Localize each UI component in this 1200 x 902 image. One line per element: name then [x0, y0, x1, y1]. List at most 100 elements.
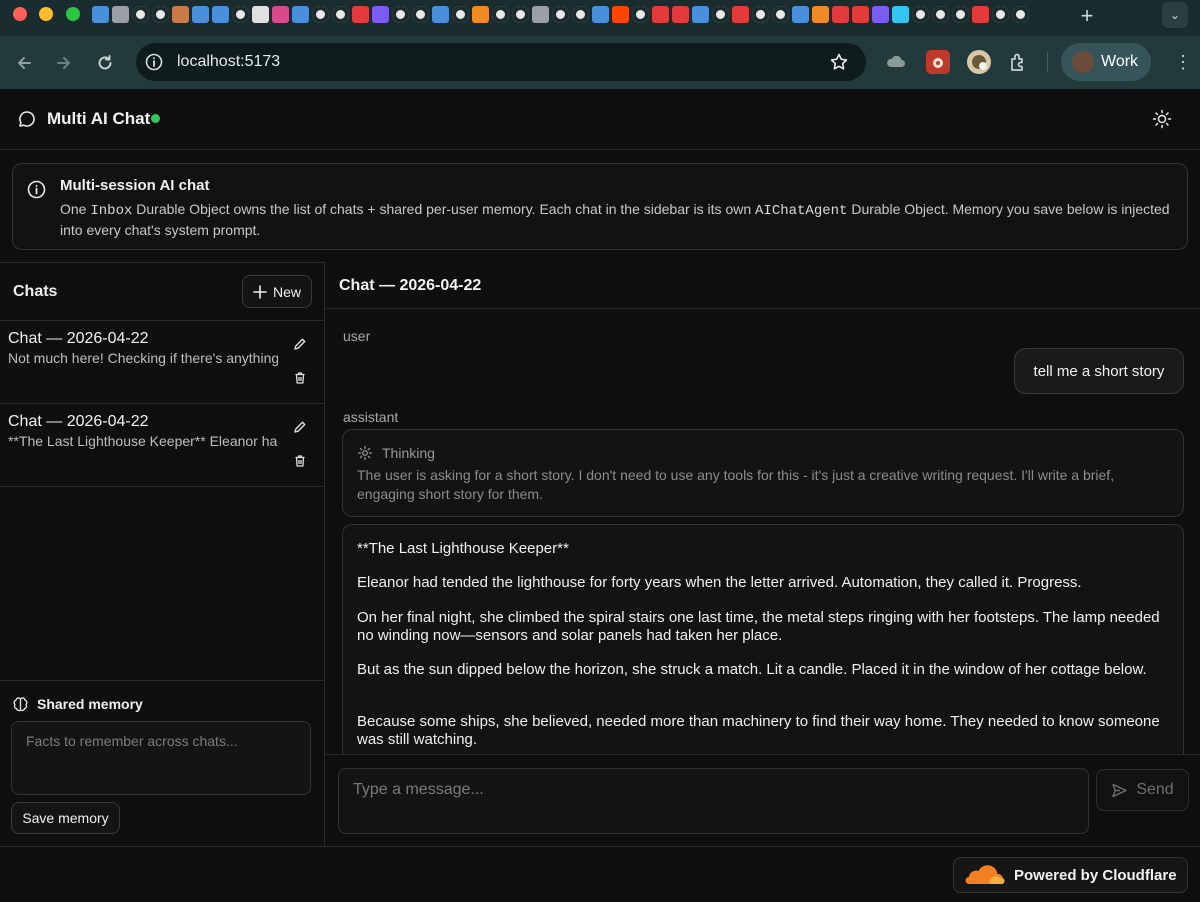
pinned-tab-favicon[interactable] [192, 6, 209, 23]
connection-status-dot [151, 114, 160, 123]
assistant-role-label: assistant [343, 409, 399, 425]
tab-search-button[interactable]: ⌄ [1162, 2, 1188, 28]
window-maximize-button[interactable] [66, 7, 80, 21]
pinned-tab-favicon[interactable] [212, 6, 229, 23]
pinned-tab-favicon[interactable] [892, 6, 909, 23]
brain-icon [12, 696, 29, 713]
send-button[interactable]: Send [1096, 769, 1189, 811]
pinned-tab-favicon[interactable] [432, 6, 449, 23]
chat-item-preview[interactable]: Not much here! Checking if there's anyth… [8, 350, 278, 366]
pinned-tab-favicon[interactable] [152, 6, 169, 23]
pinned-tab-favicon[interactable] [692, 6, 709, 23]
composer-divider [325, 754, 1200, 755]
pinned-tab-favicon[interactable] [732, 6, 749, 23]
bug-extension-icon[interactable] [926, 50, 950, 74]
rename-pencil-icon[interactable] [291, 335, 309, 353]
thinking-gear-icon [357, 445, 373, 461]
pinned-tab-favicon[interactable] [472, 6, 489, 23]
pinned-tab-favicon[interactable] [272, 6, 289, 23]
pinned-tab-favicon[interactable] [592, 6, 609, 23]
site-info-icon[interactable] [145, 53, 163, 71]
story-paragraph: But as the sun dipped below the horizon,… [357, 661, 1147, 678]
pinned-tab-favicon[interactable] [672, 6, 689, 23]
pinned-tab-favicon[interactable] [712, 6, 729, 23]
pinned-tab-favicon[interactable] [652, 6, 669, 23]
plus-icon [253, 284, 267, 299]
pinned-tab-favicon[interactable] [452, 6, 469, 23]
theme-toggle-sun-icon[interactable] [1152, 109, 1172, 129]
new-tab-button[interactable]: + [1076, 3, 1098, 29]
window-minimize-button[interactable] [39, 7, 53, 21]
pinned-tab-favicon[interactable] [512, 6, 529, 23]
pinned-tab-favicon[interactable] [832, 6, 849, 23]
pinned-tab-favicon[interactable] [912, 6, 929, 23]
reload-icon[interactable] [91, 49, 119, 77]
extension-badge-icon[interactable] [967, 50, 991, 74]
back-icon[interactable] [10, 49, 38, 77]
pinned-tab-favicon[interactable] [552, 6, 569, 23]
browser-menu-icon[interactable]: ⋮ [1173, 50, 1193, 74]
pinned-tab-favicon[interactable] [952, 6, 969, 23]
save-memory-button[interactable]: Save memory [11, 802, 120, 834]
story-paragraph: Because some ships, she believed, needed… [357, 713, 1160, 748]
user-role-label: user [343, 328, 371, 344]
pinned-tab-favicon[interactable] [492, 6, 509, 23]
pinned-tab-favicon[interactable] [352, 6, 369, 23]
bookmark-star-icon[interactable] [829, 52, 849, 72]
delete-trash-icon[interactable] [291, 452, 309, 470]
pinned-tab-favicon[interactable] [112, 6, 129, 23]
pinned-tab-favicon[interactable] [532, 6, 549, 23]
profile-avatar [1072, 51, 1094, 73]
forward-icon[interactable] [50, 49, 78, 77]
cloudflare-logo-icon [963, 864, 1005, 886]
cloud-extension-icon[interactable] [884, 50, 908, 74]
pinned-tab-favicon[interactable] [612, 6, 629, 23]
extensions-puzzle-icon[interactable] [1007, 50, 1031, 74]
memory-divider [0, 680, 324, 681]
chat-item-preview[interactable]: **The Last Lighthouse Keeper** Eleanor h… [8, 433, 278, 449]
info-banner-title: Multi-session AI chat [60, 177, 210, 194]
app-title: Multi AI Chat [47, 109, 151, 128]
pinned-tab-favicon[interactable] [932, 6, 949, 23]
pinned-tab-favicon[interactable] [332, 6, 349, 23]
pinned-tab-favicon[interactable] [572, 6, 589, 23]
delete-trash-icon[interactable] [291, 369, 309, 387]
profile-name: Work [1101, 53, 1139, 70]
new-chat-button[interactable]: New [242, 275, 312, 308]
pinned-tab-favicon[interactable] [252, 6, 269, 23]
message-input[interactable] [338, 768, 1089, 834]
pinned-tab-favicon[interactable] [92, 6, 109, 23]
pinned-tab-favicon[interactable] [632, 6, 649, 23]
pinned-tab-favicon[interactable] [372, 6, 389, 23]
pinned-tab-favicon[interactable] [812, 6, 829, 23]
rename-pencil-icon[interactable] [291, 418, 309, 436]
pinned-tab-favicon[interactable] [872, 6, 889, 23]
pinned-tab-favicon[interactable] [992, 6, 1009, 23]
user-message-text: tell me a short story [1033, 362, 1165, 380]
chat-item-title[interactable]: Chat — 2026-04-22 [8, 330, 149, 348]
pinned-tab-favicon[interactable] [392, 6, 409, 23]
pinned-tab-favicon[interactable] [412, 6, 429, 23]
chat-item-title[interactable]: Chat — 2026-04-22 [8, 413, 149, 431]
pinned-tab-favicon[interactable] [852, 6, 869, 23]
pinned-tab-favicon[interactable] [792, 6, 809, 23]
shared-memory-input[interactable] [11, 721, 311, 795]
aichatagent-code: AIChatAgent [755, 203, 848, 219]
new-chat-label: New [272, 283, 301, 300]
story-paragraph: **The Last Lighthouse Keeper** [357, 540, 569, 557]
pinned-tab-favicon[interactable] [312, 6, 329, 23]
pinned-tab-favicon[interactable] [292, 6, 309, 23]
url-text[interactable]: localhost:5173 [177, 53, 280, 71]
pinned-tab-favicon[interactable] [232, 6, 249, 23]
pinned-tab-favicon[interactable] [172, 6, 189, 23]
window-close-button[interactable] [13, 7, 27, 21]
pinned-tab-favicon[interactable] [772, 6, 789, 23]
pinned-tab-favicon[interactable] [972, 6, 989, 23]
shared-memory-title: Shared memory [37, 696, 143, 712]
pinned-tab-favicon[interactable] [132, 6, 149, 23]
pinned-tab-favicon[interactable] [752, 6, 769, 23]
toolbar-divider [1047, 52, 1048, 72]
pinned-tabs[interactable] [92, 6, 1032, 24]
pinned-tab-favicon[interactable] [1012, 6, 1029, 23]
chat-title: Chat — 2026-04-22 [339, 277, 482, 294]
